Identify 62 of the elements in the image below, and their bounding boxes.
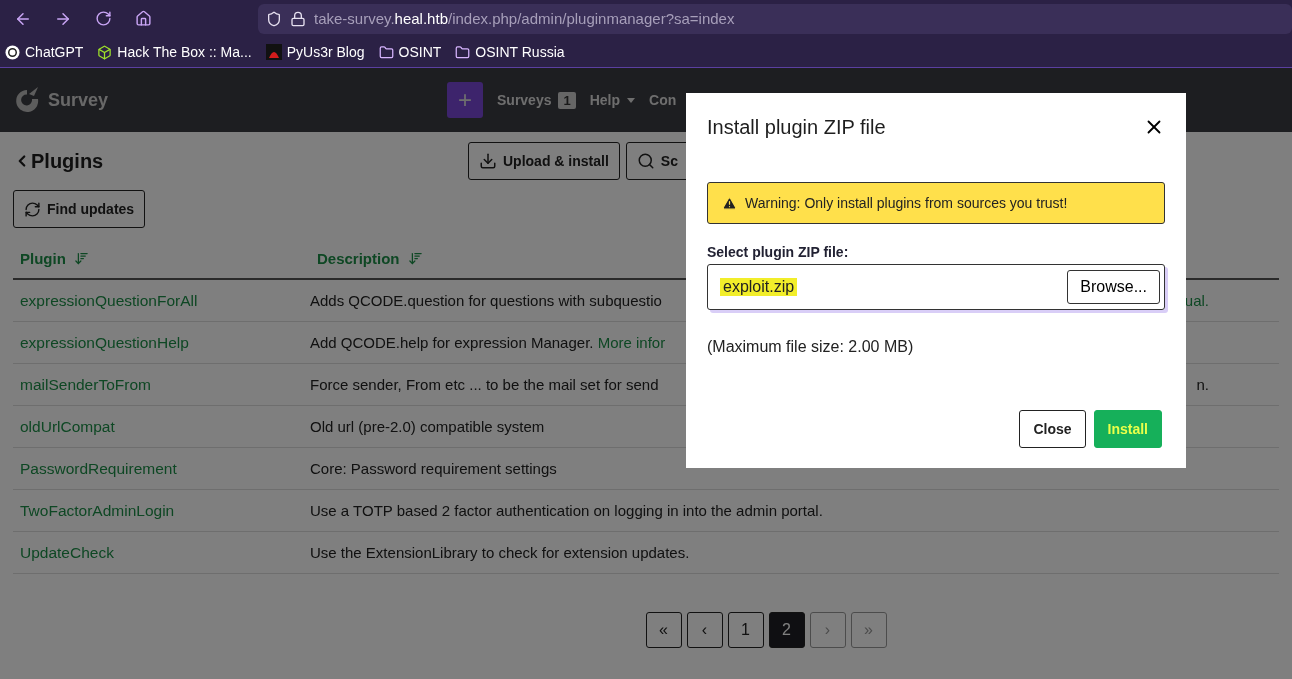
- sort-icon[interactable]: [73, 250, 89, 266]
- home-icon: [134, 10, 152, 27]
- folder-icon: [455, 44, 471, 60]
- nav-menu-item[interactable]: Help: [589, 92, 636, 108]
- plugin-link[interactable]: expressionQuestionHelp: [13, 333, 310, 352]
- plugin-link[interactable]: expressionQuestionForAll: [13, 291, 310, 310]
- dialog-title: Install plugin ZIP file: [707, 115, 886, 139]
- cube-icon: [97, 44, 113, 60]
- warning-text: Warning: Only install plugins from sources you trust!: [745, 195, 1068, 211]
- bookmark-link[interactable]: ChatGPT: [5, 44, 84, 60]
- lock-icon: [290, 10, 306, 27]
- shield-icon: [266, 10, 282, 27]
- close-dialog-button[interactable]: Close: [1019, 410, 1086, 448]
- install-button[interactable]: Install: [1093, 410, 1162, 448]
- nav-menu-item[interactable]: Con: [649, 92, 677, 108]
- description-text: Use the ExtensionLibrary to check for extension updates.: [310, 544, 690, 561]
- column-header[interactable]: Description: [317, 249, 400, 267]
- more-info-link[interactable]: More infor: [597, 334, 666, 351]
- count-badge: 1: [558, 91, 576, 109]
- plugin-link[interactable]: TwoFactorAdminLogin: [13, 501, 310, 520]
- plugin-link[interactable]: mailSenderToFrom: [13, 375, 310, 394]
- plugin-link[interactable]: PasswordRequirement: [13, 459, 310, 478]
- plugin-link[interactable]: UpdateCheck: [13, 543, 310, 562]
- description-text: n.: [1196, 376, 1209, 393]
- description-text: Add QCODE.help for expression Manager. More infor: [310, 334, 666, 351]
- manual-link[interactable]: ual.: [1184, 292, 1209, 309]
- refresh-icon: [24, 200, 41, 218]
- description-text: Old url (pre-2.0) compatible system: [310, 418, 545, 435]
- search-button[interactable]: Sc: [625, 142, 689, 180]
- address-bar[interactable]: take-survey.heal.htb/index.php/admin/pluginmanager?sa=index: [258, 3, 1292, 34]
- description-text: Use a TOTP based 2 factor authentication on logging in into the admin portal.: [310, 502, 823, 519]
- bookmark-link[interactable]: PyUs3r Blog: [265, 44, 365, 60]
- page-title: Plugins: [31, 149, 104, 173]
- download-icon: [479, 152, 497, 170]
- plugin-link[interactable]: oldUrlCompat: [13, 417, 310, 436]
- description-text: Force sender, From etc ... to be the mail set for send: [310, 376, 659, 393]
- upload-button[interactable]: Upload & install: [468, 142, 620, 180]
- logo-text: Survey: [48, 89, 109, 111]
- reload-icon: [94, 10, 112, 27]
- page-button[interactable]: 1: [727, 612, 764, 648]
- bookmark-link[interactable]: Hack The Box :: Ma...: [97, 44, 252, 60]
- find-updates-button[interactable]: Find updates: [13, 190, 146, 228]
- file-name: exploit.zip: [720, 278, 798, 296]
- column-header[interactable]: Plugin: [20, 249, 66, 267]
- page-button[interactable]: 2: [768, 612, 805, 648]
- file-size-note: (Maximum file size: 2.00 MB): [707, 338, 915, 356]
- bookmark-link[interactable]: OSINT Russia: [455, 44, 565, 60]
- description-text: Adds QCODE.question for questions with subquestio: [310, 292, 662, 309]
- folder-icon: [378, 44, 394, 60]
- url-text: take-survey.heal.htb/index.php/admin/pluginmanager?sa=index: [314, 10, 735, 27]
- add-button[interactable]: +: [447, 82, 483, 118]
- search-icon: [636, 152, 655, 170]
- description-text: Core: Password requirement settings: [310, 460, 557, 477]
- browse-button[interactable]: Browse...: [1067, 270, 1160, 304]
- warning-icon: [722, 195, 737, 211]
- file-input-field[interactable]: exploit.zip Browse...: [707, 264, 1165, 310]
- page-button[interactable]: ‹: [686, 612, 723, 648]
- sort-icon[interactable]: [407, 250, 423, 266]
- field-label: Select plugin ZIP file:: [707, 244, 850, 260]
- page-button[interactable]: «: [645, 612, 682, 648]
- nav-menu-item[interactable]: Surveys 1: [497, 91, 576, 109]
- bookmark-link[interactable]: OSINT: [378, 44, 442, 60]
